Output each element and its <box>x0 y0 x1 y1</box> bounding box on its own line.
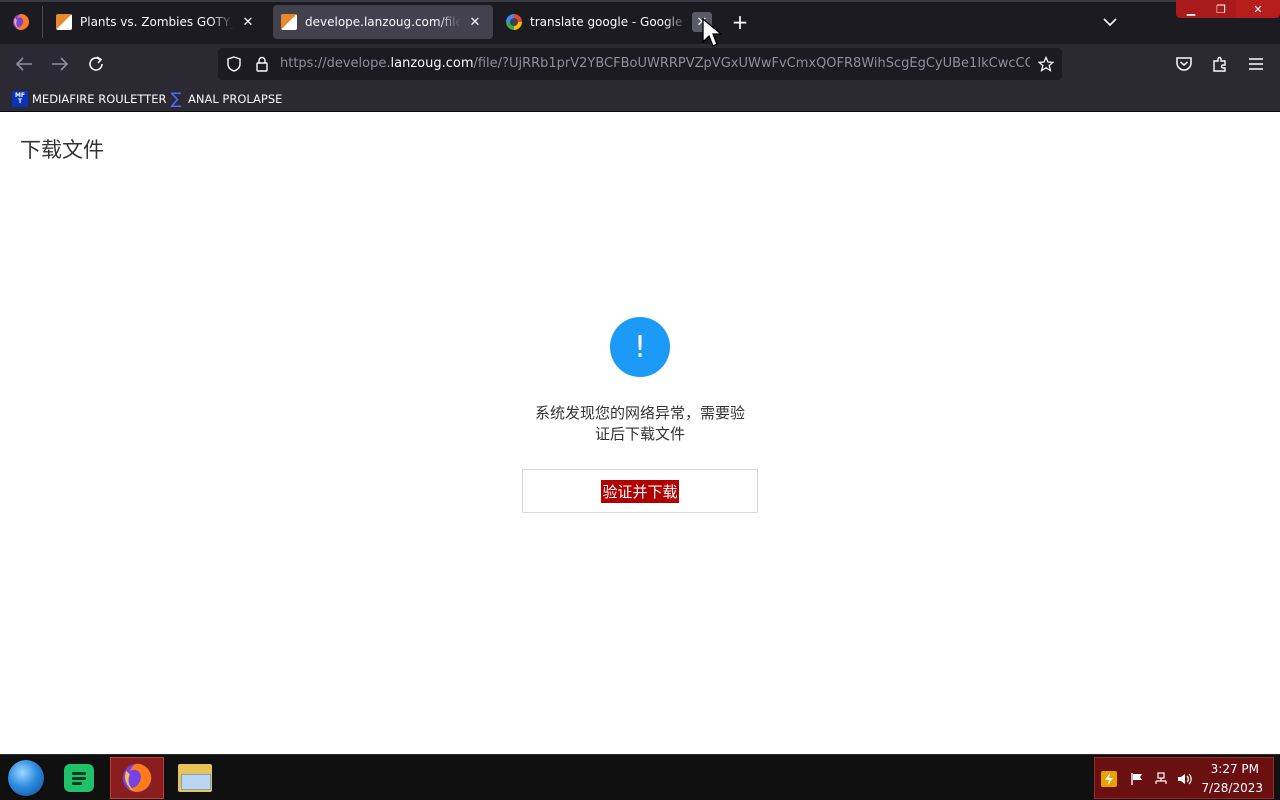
puzzle-icon <box>1213 56 1226 72</box>
tab-strip: Plants vs. Zombies GOTY_CHS.zip ✕ develo… <box>0 0 1280 44</box>
url-prefix: https://develope. <box>280 56 391 71</box>
google-icon <box>506 14 522 30</box>
pocket-icon <box>1176 57 1192 71</box>
verify-button-label: 验证并下载 <box>601 479 679 503</box>
volume-icon[interactable] <box>1177 771 1193 787</box>
network-icon[interactable] <box>1153 771 1169 787</box>
firefox-icon <box>122 763 152 793</box>
clock-time[interactable]: 3:27 PM <box>1211 762 1259 776</box>
close-tab-icon[interactable]: ✕ <box>238 12 258 32</box>
url-text[interactable]: https://develope.lanzoug.com/file/?UjRRb… <box>280 56 1030 71</box>
new-tab-button[interactable]: + <box>728 10 752 34</box>
tray-app-icon[interactable] <box>1101 771 1117 787</box>
extensions-button[interactable] <box>1210 54 1230 74</box>
tab-title: Plants vs. Zombies GOTY_CHS.zip <box>80 15 234 29</box>
taskbar-app-file-explorer[interactable] <box>168 757 222 799</box>
window-controls: ▁ ❐ ✕ <box>1176 0 1280 18</box>
mft-icon: MF T <box>12 91 28 107</box>
system-tray: 3:27 PM 7/28/2023 <box>1094 757 1274 799</box>
bookmark-label: ANAL PROLAPSE <box>188 92 283 106</box>
arrow-right-icon <box>52 57 69 71</box>
back-button[interactable] <box>12 52 36 76</box>
taskbar-app-notes[interactable] <box>52 757 106 799</box>
tab-title: translate google - Google Search <box>530 15 688 29</box>
sigma-icon: ∑ <box>170 89 182 108</box>
firefox-icon <box>13 14 29 30</box>
url-host: lanzoug.com <box>390 56 474 71</box>
list-all-tabs-button[interactable] <box>1100 10 1120 34</box>
hamburger-menu-icon <box>1249 58 1263 70</box>
pvz-icon <box>56 14 72 30</box>
pocket-button[interactable] <box>1174 54 1194 74</box>
folder-icon <box>178 764 212 792</box>
pvz-icon <box>281 14 297 30</box>
page-title: 下载文件 <box>20 138 104 162</box>
window-top-border <box>0 0 1280 2</box>
arrow-left-icon <box>15 57 32 71</box>
forward-button[interactable] <box>48 52 72 76</box>
url-path: /file/?UjRRb1prV2YBCFBoUWRRPVZpVGxUWwFvC… <box>473 56 1030 71</box>
taskbar: 3:27 PM 7/28/2023 <box>0 754 1280 800</box>
page-content: 下载文件 ! 系统发现您的网络异常，需要验证后下载文件 验证并下载 <box>0 113 1280 754</box>
lock-icon[interactable] <box>254 56 270 72</box>
bookmark-anal-prolapse[interactable]: ∑ ANAL PROLAPSE <box>168 89 283 108</box>
verify-and-download-button[interactable]: 验证并下载 <box>522 469 758 513</box>
tab-title: develope.lanzoug.com/file/?UjRRb1prV2YBC… <box>305 15 461 29</box>
tracking-protection-shield-icon[interactable] <box>226 56 242 72</box>
windows-orb-icon <box>8 760 44 796</box>
action-center-flag-icon[interactable] <box>1129 771 1145 787</box>
alert-exclamation-icon: ! <box>610 317 670 377</box>
plus-icon: + <box>731 10 749 34</box>
app-menu-button[interactable] <box>1246 54 1266 74</box>
alert-symbol: ! <box>633 329 647 365</box>
tab-lanzoug[interactable]: develope.lanzoug.com/file/?UjRRb1prV2YBC… <box>273 5 493 39</box>
tab-google-search[interactable]: translate google - Google Search ✕ <box>498 5 720 39</box>
close-tab-icon[interactable]: ✕ <box>692 12 712 32</box>
bookmarks-toolbar: MF T MEDIAFIRE ROULETTER ∑ ANAL PROLAPSE <box>0 84 1280 112</box>
taskbar-app-firefox[interactable] <box>110 757 164 799</box>
tab-plants-vs-zombies[interactable]: Plants vs. Zombies GOTY_CHS.zip ✕ <box>48 5 266 39</box>
clock-date[interactable]: 7/28/2023 <box>1201 781 1263 795</box>
tab-separator <box>42 6 43 38</box>
bookmark-mediafire-rouletter[interactable]: MF T MEDIAFIRE ROULETTER <box>12 90 166 108</box>
firefox-view-button[interactable] <box>6 8 36 36</box>
start-button[interactable] <box>6 759 46 797</box>
close-window-button[interactable]: ✕ <box>1236 0 1280 18</box>
verification-message: 系统发现您的网络异常，需要验证后下载文件 <box>534 404 745 443</box>
reload-icon <box>89 56 103 71</box>
chevron-down-icon <box>1103 18 1117 27</box>
maximize-button[interactable]: ❐ <box>1206 0 1236 18</box>
minimize-button[interactable]: ▁ <box>1176 0 1206 18</box>
close-tab-icon[interactable]: ✕ <box>465 12 485 32</box>
bookmark-star-icon[interactable] <box>1038 56 1054 72</box>
notes-app-icon <box>64 764 94 792</box>
address-bar[interactable]: https://develope.lanzoug.com/file/?UjRRb… <box>218 48 1062 80</box>
bookmark-label: MEDIAFIRE ROULETTER <box>32 92 167 106</box>
navigation-toolbar: https://develope.lanzoug.com/file/?UjRRb… <box>0 44 1280 84</box>
reload-button[interactable] <box>84 52 108 76</box>
